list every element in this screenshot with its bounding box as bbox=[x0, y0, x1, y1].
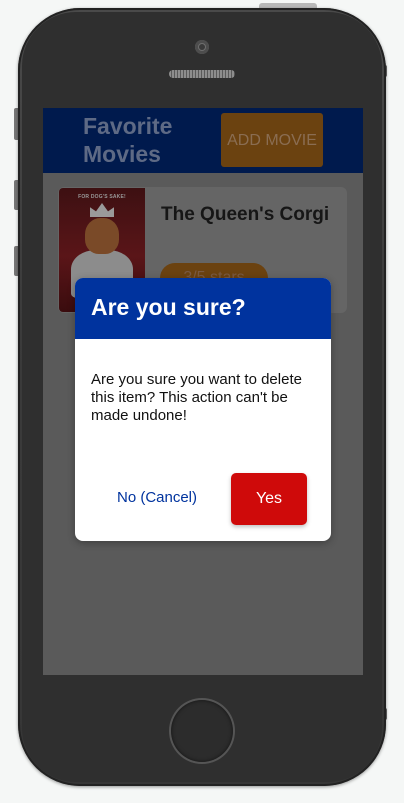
add-movie-button[interactable]: ADD MOVIE bbox=[221, 113, 323, 167]
dialog-title: Are you sure? bbox=[91, 294, 246, 320]
app-title: Favorite Movies bbox=[83, 113, 173, 167]
home-button-icon[interactable] bbox=[171, 700, 233, 762]
crown-icon bbox=[90, 203, 114, 217]
confirm-button[interactable]: Yes bbox=[231, 473, 307, 525]
poster-tagline: FOR DOG'S SAKE! bbox=[78, 194, 126, 200]
confirm-dialog: Are you sure? Are you sure you want to d… bbox=[75, 278, 331, 541]
speaker-icon bbox=[169, 70, 235, 78]
cancel-button[interactable]: No (Cancel) bbox=[107, 474, 207, 522]
movie-title: The Queen's Corgi bbox=[161, 204, 330, 225]
dialog-message: Are you sure you want to delete this ite… bbox=[91, 371, 302, 424]
phone-mockup: Favorite Movies ADD MOVIE FOR DOG'S SAKE… bbox=[0, 0, 404, 803]
dialog-header: Are you sure? bbox=[75, 278, 331, 339]
camera-icon bbox=[195, 40, 209, 54]
app-header: Favorite Movies ADD MOVIE bbox=[43, 108, 363, 173]
corgi-illustration bbox=[85, 218, 119, 254]
